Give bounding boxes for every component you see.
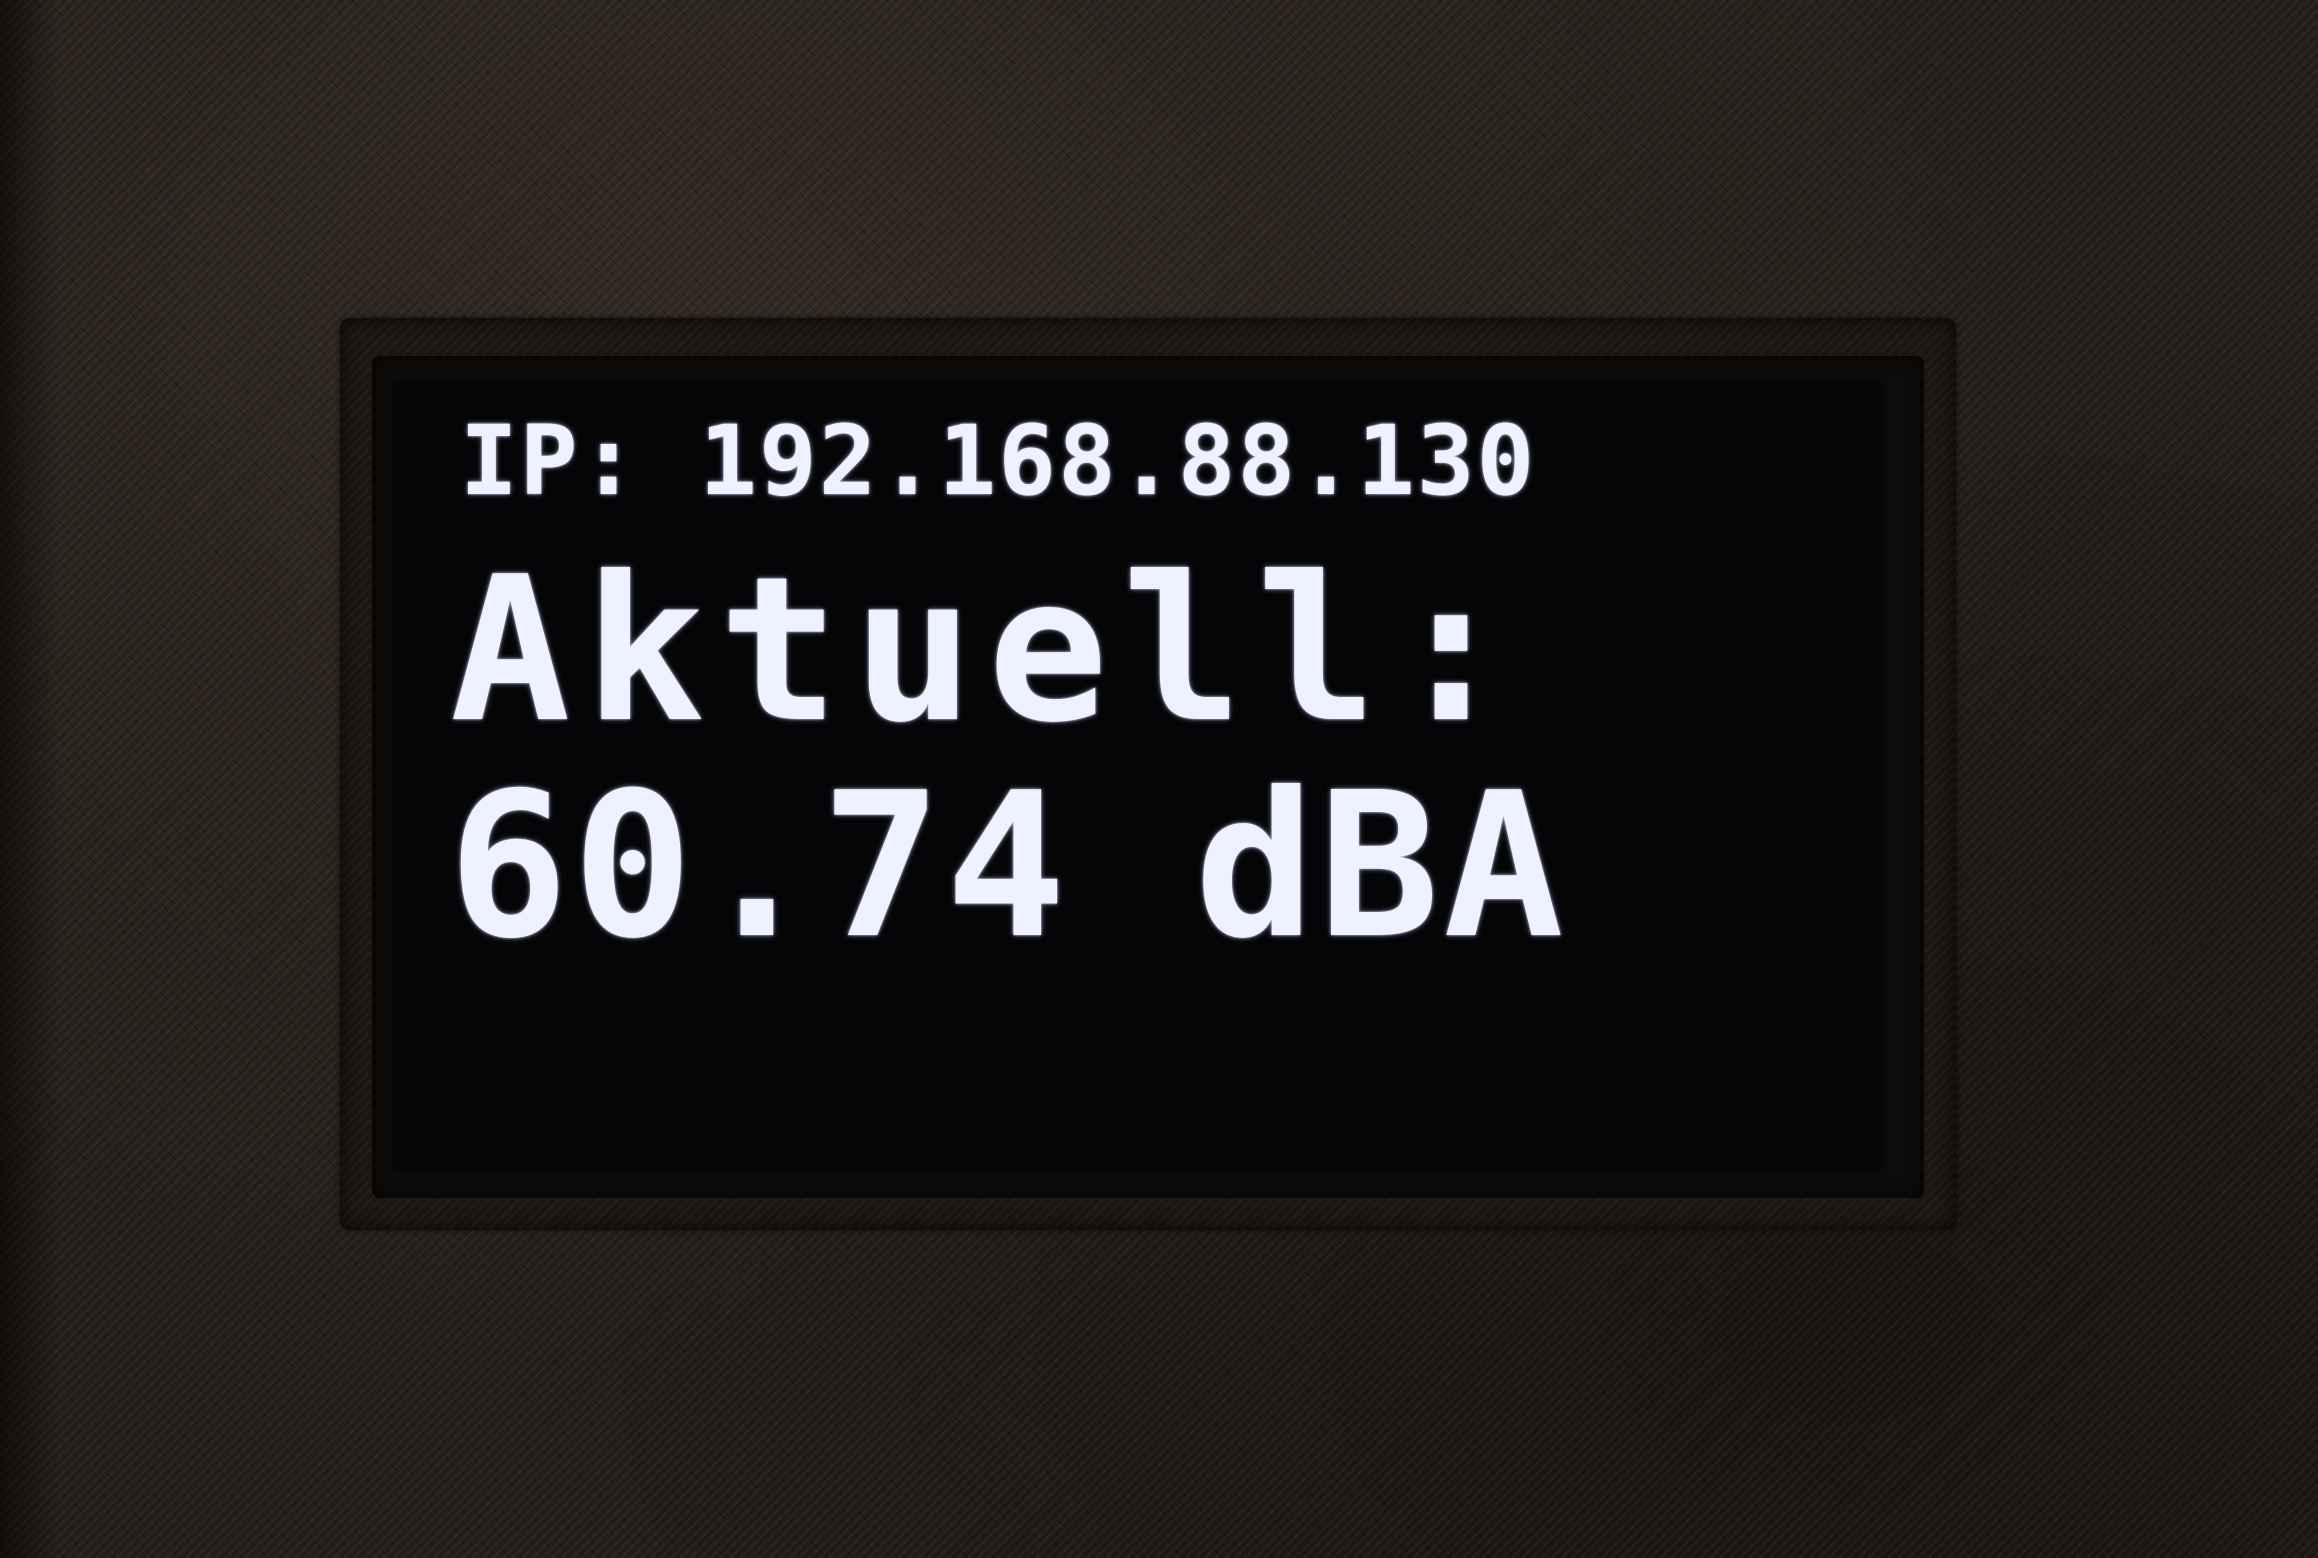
enclosure-shadow-edge xyxy=(0,0,60,1558)
current-level-label: Aktuell: xyxy=(450,534,1526,767)
sound-level-readout: 60.74 dBA xyxy=(448,750,1568,983)
ip-address-readout: IP: 192.168.88.130 xyxy=(460,405,1537,517)
